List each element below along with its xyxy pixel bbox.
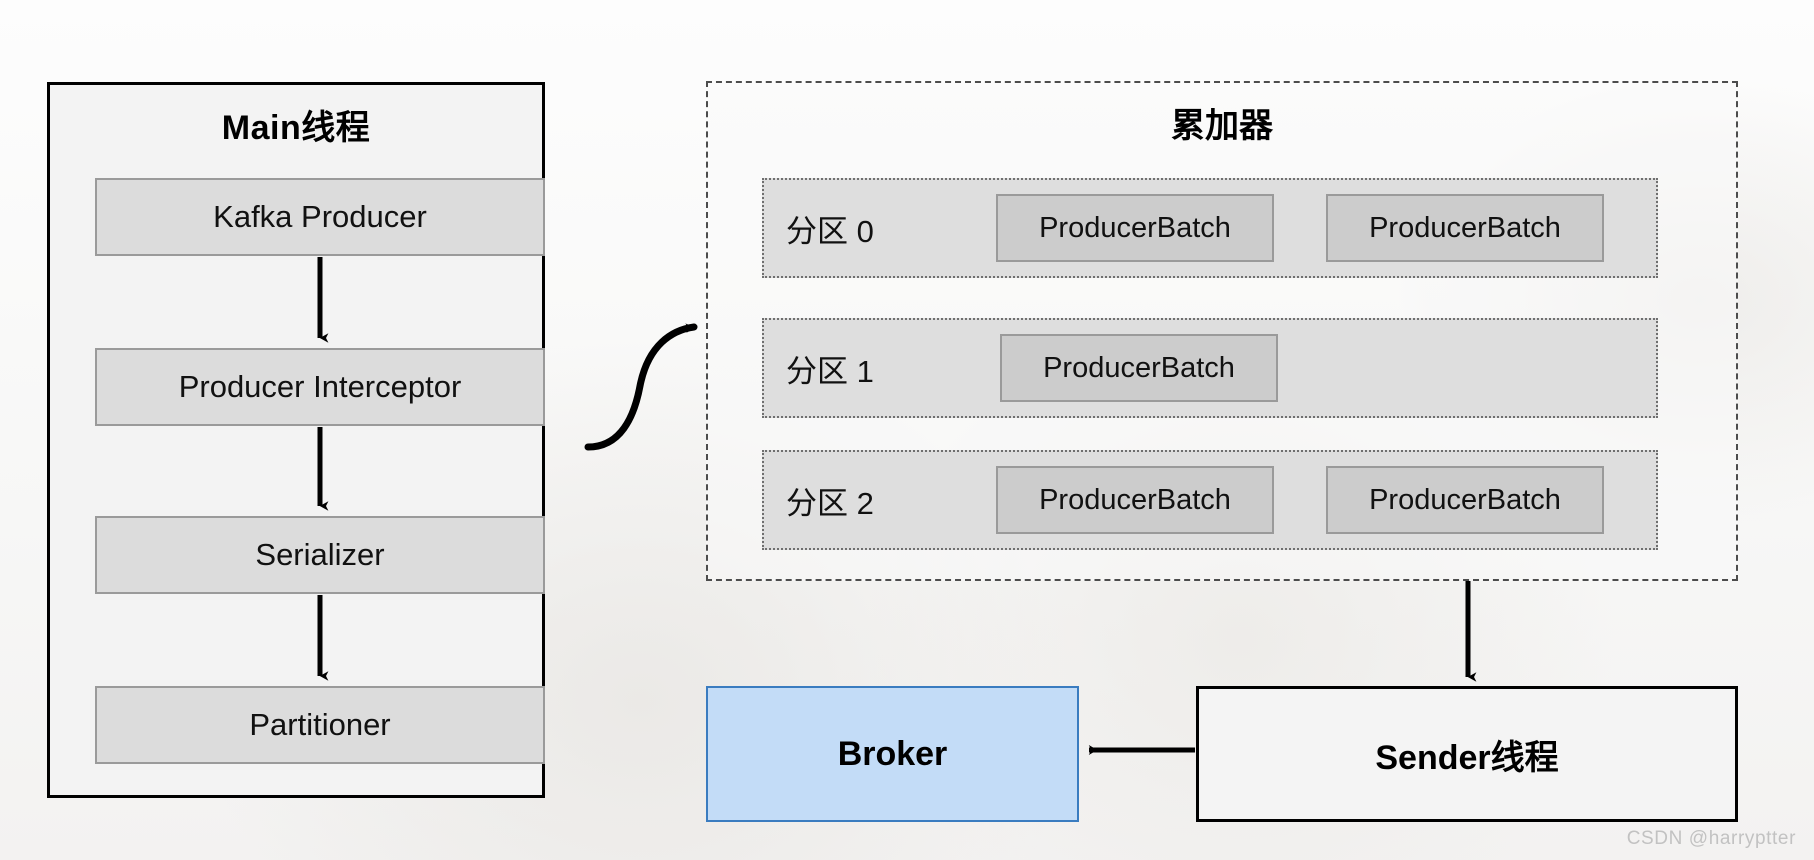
partition-label: 分区 0	[786, 213, 874, 249]
process-box-label: Serializer	[255, 537, 385, 572]
process-box-label: Partitioner	[249, 707, 391, 742]
process-box-kafka-producer: Kafka Producer	[95, 178, 545, 256]
partition-row: 分区 2 ProducerBatch ProducerBatch	[762, 450, 1658, 550]
partition-row: 分区 0 ProducerBatch ProducerBatch	[762, 178, 1658, 278]
process-box-label: Kafka Producer	[213, 199, 427, 234]
partition-row: 分区 1 ProducerBatch	[762, 318, 1658, 418]
process-box-serializer: Serializer	[95, 516, 545, 594]
accumulator-title: 累加器	[1171, 107, 1273, 145]
partition-label: 分区 2	[786, 485, 874, 521]
process-box-producer-interceptor: Producer Interceptor	[95, 348, 545, 426]
csdn-watermark: CSDN @harryptter	[1626, 828, 1796, 849]
sender-thread-box: Sender线程	[1196, 686, 1738, 822]
producer-batch-box: ProducerBatch	[1326, 194, 1604, 262]
producer-batch-box: ProducerBatch	[1000, 334, 1278, 402]
process-box-partitioner: Partitioner	[95, 686, 545, 764]
producer-batch-box: ProducerBatch	[996, 194, 1274, 262]
partition-label: 分区 1	[786, 353, 874, 389]
sender-thread-label: Sender线程	[1375, 738, 1559, 777]
producer-batch-box: ProducerBatch	[1326, 466, 1604, 534]
main-thread-title: Main线程	[221, 109, 371, 147]
broker-label: Broker	[837, 734, 948, 773]
process-box-label: Producer Interceptor	[178, 369, 462, 404]
producer-batch-box: ProducerBatch	[996, 466, 1274, 534]
broker-box: Broker	[706, 686, 1079, 822]
